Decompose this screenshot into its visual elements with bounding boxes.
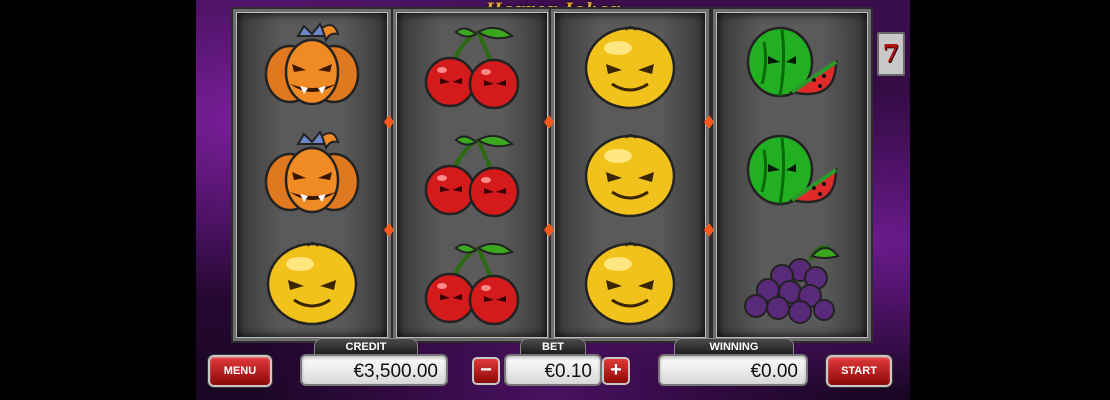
bet-label: BET (520, 338, 586, 355)
pumpkin-icon (260, 130, 364, 220)
reel-2-symbol-2 (397, 121, 547, 229)
bet-value: €0.10 (504, 354, 602, 386)
credit-label: CREDIT (314, 338, 418, 355)
payline-marker-icon (704, 115, 714, 129)
payline-marker-icon (704, 223, 714, 237)
cherries-icon (420, 130, 524, 220)
reel-1-symbol-2 (237, 121, 387, 229)
payline-marker-icon (384, 223, 394, 237)
cherries-icon (420, 238, 524, 328)
orange-icon (578, 22, 682, 112)
seven-badge[interactable]: 7 (877, 32, 905, 76)
reel-4 (716, 12, 868, 338)
credit-value: €3,500.00 (300, 354, 448, 386)
pumpkin-icon (260, 22, 364, 112)
reel-3-symbol-1 (555, 13, 705, 121)
watermelon-icon (740, 130, 844, 220)
reel-2 (396, 12, 548, 338)
slot-machine: Horror Joker 7 MENU CREDIT €3,500.00 BET… (196, 0, 910, 400)
start-button[interactable]: START (826, 355, 892, 387)
reel-4-symbol-3 (717, 229, 867, 337)
orange-icon (578, 238, 682, 328)
reel-1-symbol-3 (237, 229, 387, 337)
orange-icon (578, 130, 682, 220)
reel-1 (236, 12, 388, 338)
payline-marker-icon (384, 115, 394, 129)
reel-3-symbol-3 (555, 229, 705, 337)
winning-label: WINNING (674, 338, 794, 355)
reel-2-symbol-1 (397, 13, 547, 121)
orange-icon (260, 238, 364, 328)
reel-4-symbol-1 (717, 13, 867, 121)
payline-marker-icon (544, 223, 554, 237)
reel-1-symbol-1 (237, 13, 387, 121)
grapes-icon (740, 238, 844, 328)
bet-decrease-button[interactable]: − (472, 357, 500, 385)
menu-button[interactable]: MENU (208, 355, 272, 387)
reel-3-symbol-2 (555, 121, 705, 229)
winning-value: €0.00 (658, 354, 808, 386)
payline-marker-icon (544, 115, 554, 129)
reel-4-symbol-2 (717, 121, 867, 229)
bet-increase-button[interactable]: + (602, 357, 630, 385)
watermelon-icon (740, 22, 844, 112)
reel-3 (554, 12, 706, 338)
reel-2-symbol-3 (397, 229, 547, 337)
cherries-icon (420, 22, 524, 112)
